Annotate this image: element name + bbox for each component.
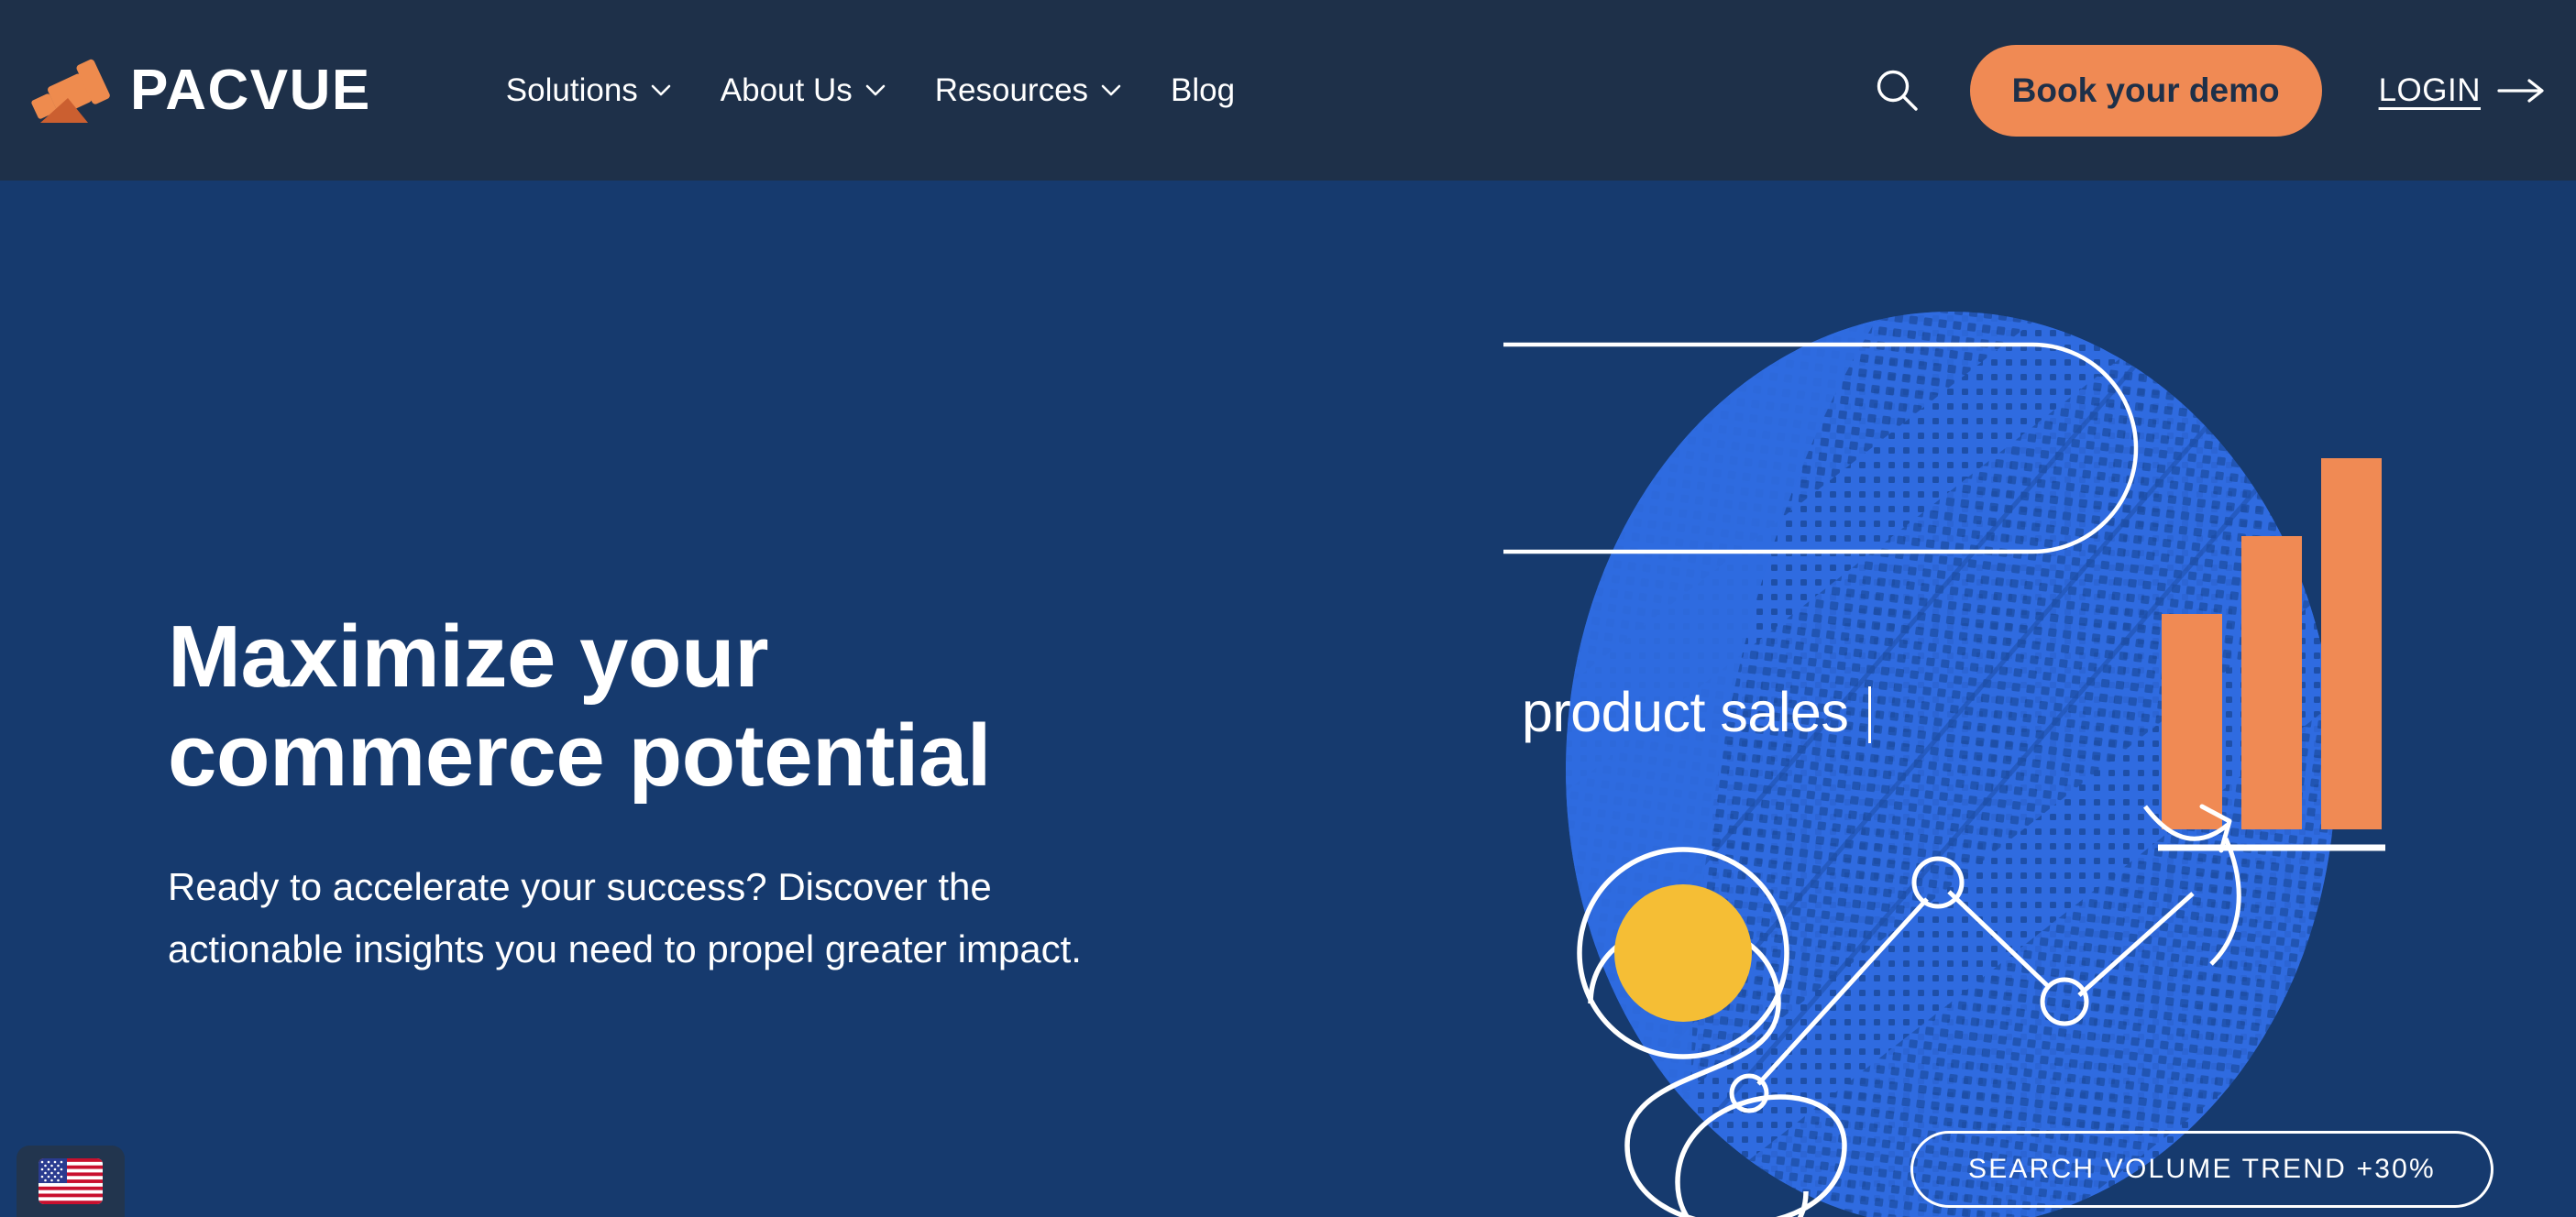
search-bubble-query: product sales	[1522, 681, 1849, 743]
pacvue-telescope-logo-icon	[31, 59, 110, 123]
us-flag-icon	[39, 1158, 103, 1204]
search-button[interactable]	[1866, 59, 1930, 123]
main-navigation: Solutions About Us Resources Blog	[481, 72, 1260, 109]
page-root: PACVUE Solutions About Us Resources Blog…	[0, 0, 2576, 1217]
nav-item-solutions[interactable]: Solutions	[481, 72, 696, 109]
bar-3	[2321, 458, 2382, 829]
book-demo-button[interactable]: Book your demo	[1969, 44, 2322, 137]
hero-title-line-2: commerce potential	[168, 706, 991, 805]
arrow-right-icon	[2497, 78, 2544, 103]
hero-section: Maximize your commerce potential Ready t…	[0, 181, 2576, 1217]
search-volume-trend-badge: SEARCH VOLUME TREND +30%	[1910, 1131, 2493, 1208]
chevron-down-icon	[1101, 84, 1121, 96]
nav-label-about-us: About Us	[720, 71, 853, 108]
hero-subtitle: Ready to accelerate your success? Discov…	[168, 865, 1082, 971]
language-selector-widget[interactable]	[17, 1146, 125, 1217]
nav-item-resources[interactable]: Resources	[910, 72, 1146, 109]
hero-copy: Maximize your commerce potential Ready t…	[168, 608, 1268, 981]
bar-1	[2162, 614, 2222, 829]
chevron-down-icon	[651, 84, 671, 96]
hero-title-line-1: Maximize your	[168, 608, 769, 706]
chevron-down-icon	[865, 84, 886, 96]
brand-logo-link[interactable]: PACVUE	[31, 54, 371, 127]
hero-title: Maximize your commerce potential	[168, 608, 1268, 805]
nav-label-solutions: Solutions	[505, 71, 638, 108]
nav-item-about-us[interactable]: About Us	[696, 72, 910, 109]
nav-label-resources: Resources	[934, 71, 1089, 108]
nav-item-blog[interactable]: Blog	[1146, 72, 1260, 109]
login-label: LOGIN	[2378, 71, 2481, 108]
yellow-dot-decoration	[1614, 884, 1752, 1022]
nav-label-blog: Blog	[1171, 71, 1236, 108]
search-bubble-text: product sales	[1522, 680, 1872, 744]
site-header: PACVUE Solutions About Us Resources Blog…	[0, 0, 2576, 181]
brand-name: PACVUE	[130, 58, 371, 122]
bar-2	[2241, 536, 2302, 829]
search-icon	[1877, 70, 1918, 111]
text-caret-icon	[1868, 686, 1872, 743]
header-actions: Book your demo LOGIN	[1866, 44, 2576, 137]
login-link[interactable]: LOGIN	[2379, 72, 2545, 109]
